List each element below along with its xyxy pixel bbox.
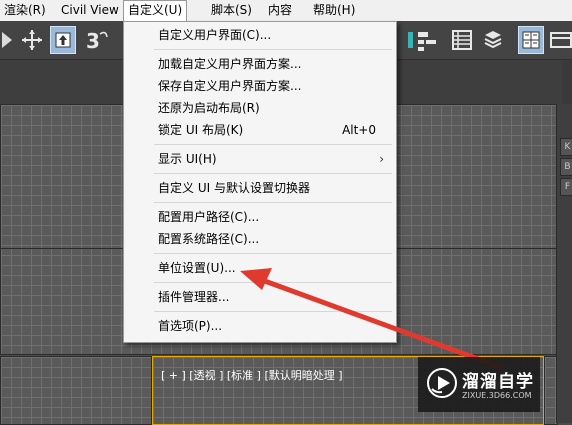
menu-separator: [154, 311, 392, 312]
menu-customize[interactable]: 自定义(U): [123, 0, 188, 21]
command-panel-tab[interactable]: K: [560, 138, 572, 156]
menu-separator: [154, 144, 392, 145]
menu-item-configure-system-paths[interactable]: 配置系统路径(C)...: [124, 228, 396, 250]
menu-civil-view[interactable]: Civil View: [57, 0, 123, 21]
menu-separator: [154, 282, 392, 283]
menu-separator: [154, 173, 392, 174]
menu-item-customize-ui[interactable]: 自定义用户界面(C)...: [124, 24, 396, 46]
front-viewport[interactable]: [0, 356, 152, 425]
watermark-title: 溜溜自学: [462, 372, 534, 392]
menu-item-units-setup[interactable]: 单位设置(U)...: [124, 257, 396, 279]
menu-item-lock-ui-layout[interactable]: 锁定 UI 布局(K) Alt+0: [124, 119, 396, 141]
menu-item-configure-user-paths[interactable]: 配置用户路径(C)...: [124, 206, 396, 228]
align-icon[interactable]: [0, 26, 20, 54]
menu-item-save-ui-scheme[interactable]: 保存自定义用户界面方案...: [124, 75, 396, 97]
customize-dropdown-menu: 自定义用户界面(C)... 加载自定义用户界面方案... 保存自定义用户界面方案…: [123, 21, 397, 343]
move-icon[interactable]: [19, 26, 45, 54]
select-icon[interactable]: [50, 26, 76, 54]
menu-bar: 渲染(R) Civil View 自定义(U) 脚本(S) 内容 帮助(H): [0, 0, 572, 22]
command-panel-tab[interactable]: B: [560, 158, 572, 176]
menu-script[interactable]: 脚本(S): [207, 0, 256, 21]
menu-item-plugin-manager[interactable]: 插件管理器...: [124, 286, 396, 308]
panel-edge: [562, 60, 572, 104]
menu-help[interactable]: 帮助(H): [309, 0, 359, 21]
snap-3d-icon[interactable]: 3: [84, 26, 110, 54]
watermark: 溜溜自学 ZIXUE.3D66.COM: [418, 357, 540, 412]
svg-text:3: 3: [86, 29, 100, 52]
viewport-label[interactable]: [ + ] [透视 ] [标准 ] [默认明暗处理 ]: [161, 367, 343, 383]
command-panel: K B F: [556, 104, 572, 423]
menu-render[interactable]: 渲染(R): [0, 0, 50, 21]
ribbon-icon[interactable]: [548, 26, 572, 54]
scene-explorer-icon[interactable]: [414, 26, 440, 54]
menu-separator: [154, 253, 392, 254]
table-icon[interactable]: [449, 26, 475, 54]
menu-separator: [154, 202, 392, 203]
viewport-layout-icon[interactable]: [518, 26, 544, 54]
menu-content[interactable]: 内容: [264, 0, 296, 21]
menu-item-preferences[interactable]: 首选项(P)...: [124, 315, 396, 337]
menu-item-load-ui-scheme[interactable]: 加载自定义用户界面方案...: [124, 53, 396, 75]
watermark-logo-icon: [427, 368, 457, 398]
stack-icon[interactable]: [480, 26, 506, 54]
shortcut-label: Alt+0: [342, 123, 376, 137]
watermark-url: ZIXUE.3D66.COM: [462, 391, 532, 400]
command-panel-tab[interactable]: F: [560, 178, 572, 196]
menu-item-ui-defaults-switcher[interactable]: 自定义 UI 与默认设置切换器: [124, 177, 396, 199]
submenu-arrow-icon: ›: [379, 152, 384, 166]
menu-separator: [154, 49, 392, 50]
menu-item-revert-layout[interactable]: 还原为启动布局(R): [124, 97, 396, 119]
menu-item-show-ui[interactable]: 显示 UI(H) ›: [124, 148, 396, 170]
